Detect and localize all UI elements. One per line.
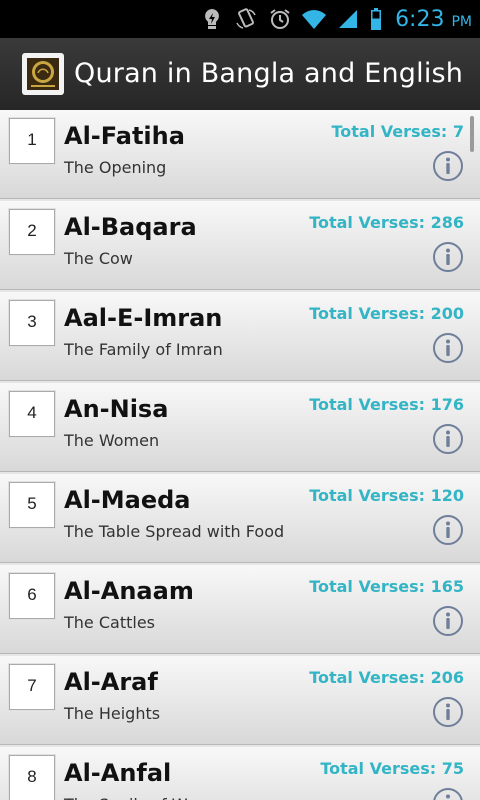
surah-row[interactable]: 1 Al-Fatiha The Opening Total Verses: 7 [0, 110, 480, 199]
surah-name: Al-Anfal [64, 759, 172, 787]
surah-row[interactable]: 5 Al-Maeda The Table Spread with Food Total… [0, 474, 480, 563]
surah-number: 8 [27, 767, 37, 786]
rotation-icon [233, 6, 259, 32]
surah-row[interactable]: 7 Al-Araf The Heights Total Verses: 206 [0, 656, 480, 745]
surah-number: 7 [27, 676, 37, 695]
total-verses: Total Verses: 165 [309, 577, 464, 596]
surah-meaning: The Table Spread with Food [64, 522, 285, 541]
total-verses: Total Verses: 7 [331, 122, 464, 141]
surah-number: 4 [27, 403, 37, 422]
surah-name: An-Nisa [64, 395, 169, 423]
surah-number: 3 [27, 312, 37, 331]
surah-name: Aal-E-Imran [64, 304, 223, 332]
surah-meaning: The Heights [64, 704, 161, 723]
surah-list[interactable]: 1 Al-Fatiha The Opening Total Verses: 7 2 Al-… [0, 110, 480, 800]
total-verses: Total Verses: 206 [309, 668, 464, 687]
surah-number: 1 [27, 130, 37, 149]
surah-number: 5 [27, 494, 37, 513]
info-icon[interactable] [432, 514, 464, 546]
surah-meaning: The Spoils of War [64, 795, 203, 800]
scrollbar-thumb[interactable] [470, 116, 474, 152]
surah-row[interactable]: 4 An-Nisa The Women Total Verses: 176 [0, 383, 480, 472]
quran-logo-icon[interactable] [22, 53, 64, 95]
surah-name: Al-Baqara [64, 213, 197, 241]
info-icon[interactable] [432, 241, 464, 273]
surah-name: Al-Fatiha [64, 122, 185, 150]
total-verses: Total Verses: 200 [309, 304, 464, 323]
surah-meaning: The Family of Imran [64, 340, 223, 359]
battery-icon [369, 6, 383, 32]
app-title: Quran in Bangla and English [74, 58, 464, 89]
wifi-icon [301, 6, 327, 32]
surah-number-box: 1 [9, 118, 55, 164]
surah-number-box: 6 [9, 573, 55, 619]
surah-number-box: 5 [9, 482, 55, 528]
surah-number-box: 8 [9, 755, 55, 800]
surah-number-box: 7 [9, 664, 55, 710]
surah-name: Al-Araf [64, 668, 158, 696]
surah-row[interactable]: 2 Al-Baqara The Cow Total Verses: 286 [0, 201, 480, 290]
action-bar: Quran in Bangla and English [0, 38, 480, 112]
info-icon[interactable] [432, 423, 464, 455]
surah-row[interactable]: 8 Al-Anfal The Spoils of War Total Verses: … [0, 747, 480, 800]
total-verses: Total Verses: 120 [309, 486, 464, 505]
lightbulb-icon [199, 6, 225, 32]
status-bar: 6:23 PM [0, 0, 480, 38]
total-verses: Total Verses: 286 [309, 213, 464, 232]
total-verses: Total Verses: 176 [309, 395, 464, 414]
surah-number-box: 2 [9, 209, 55, 255]
info-icon[interactable] [432, 696, 464, 728]
status-icons: 6:23 PM [199, 0, 472, 38]
surah-meaning: The Opening [64, 158, 167, 177]
info-icon[interactable] [432, 150, 464, 182]
surah-meaning: The Cattles [64, 613, 155, 632]
surah-meaning: The Cow [64, 249, 133, 268]
alarm-icon [267, 6, 293, 32]
surah-number: 6 [27, 585, 37, 604]
signal-icon [335, 6, 361, 32]
total-verses: Total Verses: 75 [320, 759, 464, 778]
clock-ampm: PM [451, 13, 472, 30]
surah-name: Al-Maeda [64, 486, 191, 514]
surah-row[interactable]: 6 Al-Anaam The Cattles Total Verses: 165 [0, 565, 480, 654]
surah-number: 2 [27, 221, 37, 240]
surah-row[interactable]: 3 Aal-E-Imran The Family of Imran Total Ver… [0, 292, 480, 381]
surah-name: Al-Anaam [64, 577, 194, 605]
clock-time: 6:23 [395, 6, 445, 32]
surah-number-box: 3 [9, 300, 55, 346]
surah-number-box: 4 [9, 391, 55, 437]
info-icon[interactable] [432, 605, 464, 637]
clock: 6:23 PM [395, 7, 472, 32]
surah-meaning: The Women [64, 431, 160, 450]
info-icon[interactable] [432, 332, 464, 364]
info-icon[interactable] [432, 787, 464, 800]
